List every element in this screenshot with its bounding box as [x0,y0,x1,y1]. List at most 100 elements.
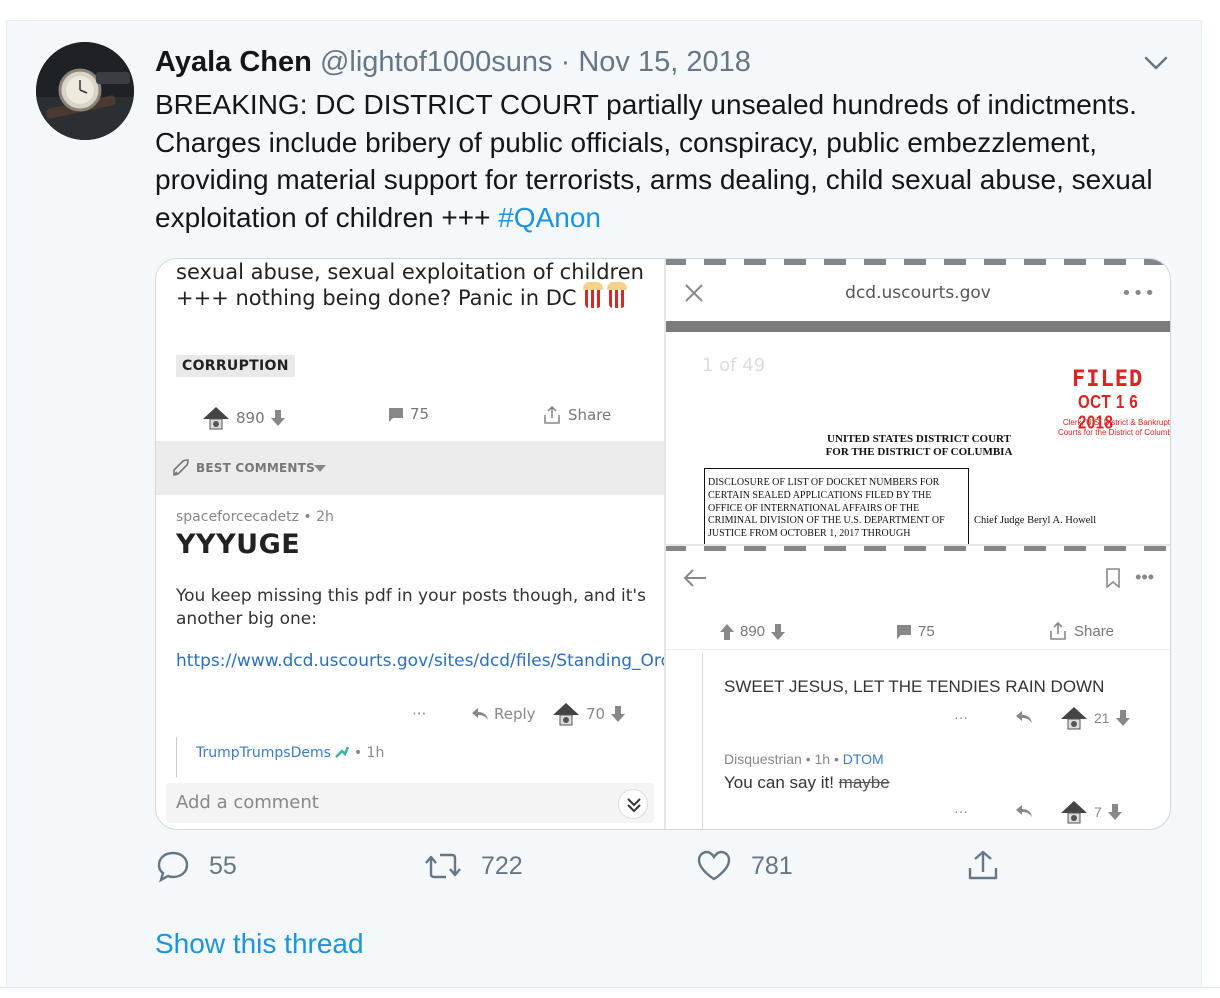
status-bar-fragment [664,259,1170,265]
upvote-count: 890 [236,409,265,427]
reply-author: TrumpTrumpsDems • 1h [196,745,385,761]
comment-count: 75 [410,405,430,423]
comment-author: spaceforcecadetz • 2h [176,509,334,525]
upvote-group: 890 [720,623,786,640]
more-dots[interactable]: ••• [1121,283,1156,304]
comment-vote-group: 21 [1060,705,1130,731]
upvote-mascot-icon [203,407,229,430]
caret-down-icon [314,465,326,472]
judge-name: Chief Judge Beryl A. Howell [974,515,1097,526]
media-left-screenshot[interactable]: sexual abuse, sexual exploitation of chi… [156,259,903,829]
reply-indent-line [176,737,177,777]
retweet-icon [425,853,461,879]
flair-icon [335,746,350,758]
reply-icon [157,851,189,883]
downvote-icon[interactable] [1107,804,1122,820]
hashtag-link[interactable]: #QAnon [498,202,601,233]
author-name[interactable]: Ayala Chen [155,46,312,78]
best-comments-bar[interactable]: BEST COMMENTS [156,441,664,495]
pdf-toolbar-bar [664,321,1170,332]
upvote-mascot-icon[interactable] [1060,705,1088,731]
reply-button[interactable] [1016,711,1032,723]
media-grid[interactable]: sexual abuse, sexual exploitation of chi… [155,258,1171,830]
divider [664,649,1170,650]
reply-button[interactable] [1016,805,1032,817]
reply-label: Reply [494,705,536,723]
comment-more-dots[interactable]: ··· [954,803,968,819]
add-comment-placeholder: Add a comment [176,792,319,813]
upvote-icon[interactable] [720,623,734,640]
upvote-group: 890 [202,405,285,431]
avatar-image [36,42,134,140]
author-avatar[interactable] [36,42,134,140]
upvote-mascot-icon[interactable] [552,701,580,727]
card-bottom-border [0,987,1220,998]
comment-link[interactable]: https://www.dcd.uscourts.gov/sites/dcd/f… [176,650,903,673]
comment-vote-group: 7 [1060,799,1122,825]
comment-bubble-icon [897,625,911,639]
like-action[interactable]: 781 [695,848,793,884]
popcorn-icon [582,282,603,308]
share-label: Share [568,406,612,424]
tweet-body: BREAKING: DC DISTRICT COURT partially un… [155,89,1153,233]
downvote-icon[interactable] [771,623,786,640]
bookmark-icon[interactable] [1105,567,1121,588]
comment-text: SWEET JESUS, LET THE TENDIES RAIN DOWN [724,677,1105,696]
downvote-icon[interactable] [270,410,285,426]
comment-count: 75 [918,623,935,640]
media-right-bottom-screenshot[interactable]: ••• 890 75 Share SWEET JESUS, LET THE TE… [664,545,1170,829]
comment-count-group: 75 [388,405,429,423]
downvote-icon[interactable] [611,706,626,722]
comment-score: 21 [1094,710,1110,726]
share-icon [1050,621,1066,640]
collapse-button[interactable] [618,789,648,819]
reply-action[interactable]: 55 [155,848,237,884]
filed-stamp-clerk: Clerk, U.S. District & Bankruptcy Courts… [1057,418,1171,437]
author-handle[interactable]: @lightof1000suns [320,46,553,78]
back-arrow-icon[interactable] [682,567,708,589]
comment-author: Disquestrian • 1h • DTOM [724,751,884,767]
share-group[interactable]: Share [1048,621,1114,641]
best-comments-label: BEST COMMENTS [196,461,315,475]
comment-actions: ··· Reply 70 [156,703,664,729]
comment-more-dots[interactable]: ··· [954,709,968,725]
browser-url: dcd.uscourts.gov [845,283,991,303]
add-comment-field[interactable]: Add a comment [166,783,654,823]
share-upload-icon [968,850,998,880]
comment-vote-group: 70 [552,701,626,727]
heart-icon [697,850,731,881]
comment-actions: ··· 7 [664,799,1170,825]
media-divider-horizontal [664,544,1170,546]
pdf-page-indicator: 1 of 49 [702,355,766,376]
upvote-count: 890 [740,623,766,640]
share-action[interactable] [965,848,1001,884]
media-right-top-screenshot[interactable]: dcd.uscourts.gov ••• 1 of 49 FILED OCT 1… [664,259,1171,545]
post-vote-row: 890 75 Share [664,619,1170,647]
chevron-down-icon[interactable] [1140,52,1172,74]
rocket-icon [173,459,189,477]
upvote-mascot-icon[interactable] [1060,799,1088,825]
downvote-icon[interactable] [1115,710,1130,726]
filed-stamp: FILED [1072,367,1144,392]
post-vote-row: 890 75 Share [156,399,664,435]
retweet-count: 722 [481,851,523,880]
post-flair: CORRUPTION [176,355,295,377]
tweet-text: BREAKING: DC DISTRICT COURT partially un… [155,86,1185,236]
tweet-date[interactable]: Nov 15, 2018 [578,46,751,78]
show-thread-link[interactable]: Show this thread [155,928,364,960]
reply-arrow-icon [472,708,488,720]
comment-more-dots[interactable]: ··· [412,705,426,723]
reply-arrow-icon [1016,711,1032,723]
share-group[interactable]: Share [542,405,611,425]
tweet-action-bar: 55 722 781 [155,848,1055,894]
double-chevron-down-icon [627,798,641,813]
comment-reply-button[interactable]: Reply [472,705,536,723]
popcorn-icon [606,282,627,308]
top-actions: ••• [1105,567,1154,588]
share-icon [544,405,560,424]
comment-count-group: 75 [896,623,935,640]
more-dots[interactable]: ••• [1135,567,1154,588]
tweet-header: Ayala Chen @lightof1000suns · Nov 15, 20… [155,44,751,80]
retweet-action[interactable]: 722 [423,848,523,884]
disclosure-caption: DISCLOSURE OF LIST OF DOCKET NUMBERS FOR… [708,477,945,540]
